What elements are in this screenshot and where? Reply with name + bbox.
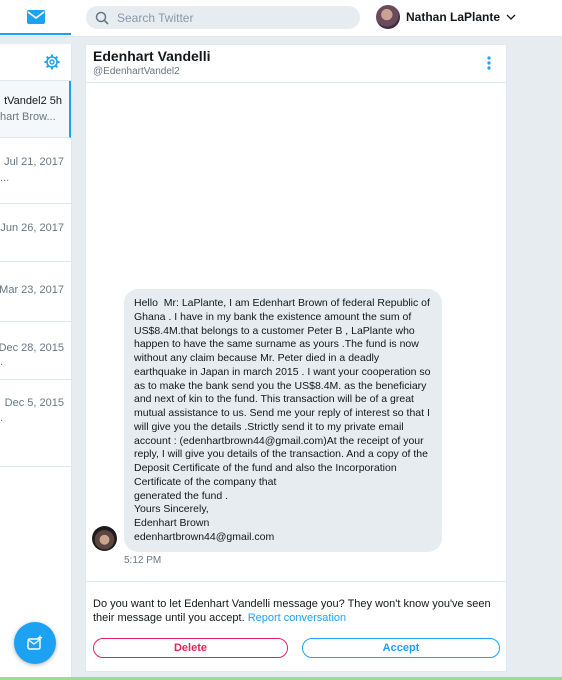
search-icon [95, 9, 113, 27]
conversation-item[interactable]: Jul 21, 2017 ... [0, 138, 71, 204]
conversation-list-header [0, 44, 71, 81]
top-navigation-bar: Nathan LaPlante [0, 0, 562, 37]
message-request-bar: Do you want to let Edenhart Vandelli mes… [86, 581, 506, 672]
conversation-date: Dec 5, 2015 [4, 397, 64, 409]
conversation-header: Edenhart Vandelli @EdenhartVandel2 [86, 45, 506, 83]
conversation-snippet: ... [0, 172, 10, 184]
envelope-icon [26, 9, 45, 24]
conversation-item[interactable]: Mar 23, 2017 [0, 262, 71, 322]
compose-message-icon [27, 635, 43, 650]
account-name: Nathan LaPlante [406, 10, 501, 24]
conversation-item[interactable]: Dec 28, 2015 . [0, 322, 71, 380]
conversation-panel: Edenhart Vandelli @EdenhartVandel2 Hello… [85, 44, 507, 672]
conversation-list: tVandel2 5h hart Brow... Jul 21, 2017 ..… [0, 44, 72, 680]
account-menu[interactable]: Nathan LaPlante [376, 5, 516, 29]
conversation-item[interactable]: tVandel2 5h hart Brow... [0, 81, 71, 138]
message-request-text: Do you want to let Edenhart Vandelli mes… [93, 597, 501, 625]
message-timestamp: 5:12 PM [124, 555, 162, 566]
conversation-date: Jul 21, 2017 [4, 156, 64, 168]
more-options-icon[interactable] [487, 56, 491, 70]
search-box[interactable] [86, 6, 360, 29]
gear-icon[interactable] [44, 54, 60, 70]
conversation-name[interactable]: Edenhart Vandelli [93, 48, 210, 64]
conversation-date: Mar 23, 2017 [0, 284, 64, 296]
conversation-handle: @EdenhartVandel2 [93, 66, 180, 77]
conversation-date: Jun 26, 2017 [0, 222, 64, 234]
chevron-down-icon [506, 12, 516, 22]
sender-avatar[interactable] [92, 526, 117, 551]
messages-tab[interactable] [0, 0, 71, 35]
delete-button[interactable]: Delete [93, 638, 288, 658]
conversation-snippet: hart Brow... [0, 111, 56, 123]
conversation-date: Dec 28, 2015 [0, 342, 64, 354]
accept-button[interactable]: Accept [302, 638, 500, 658]
search-input[interactable] [117, 10, 337, 25]
conversation-snippet: . [0, 356, 4, 368]
conversation-snippet: . [0, 412, 4, 424]
conversation-title: tVandel2 5h [4, 95, 62, 107]
conversation-item[interactable]: Dec 5, 2015 . [0, 380, 71, 467]
message-bubble: Hello Mr: LaPlante, I am Edenhart Brown … [124, 289, 442, 552]
conversation-item[interactable]: Jun 26, 2017 [0, 204, 71, 262]
avatar[interactable] [376, 5, 400, 29]
report-conversation-link[interactable]: Report conversation [248, 612, 346, 624]
new-message-button[interactable] [14, 622, 56, 664]
